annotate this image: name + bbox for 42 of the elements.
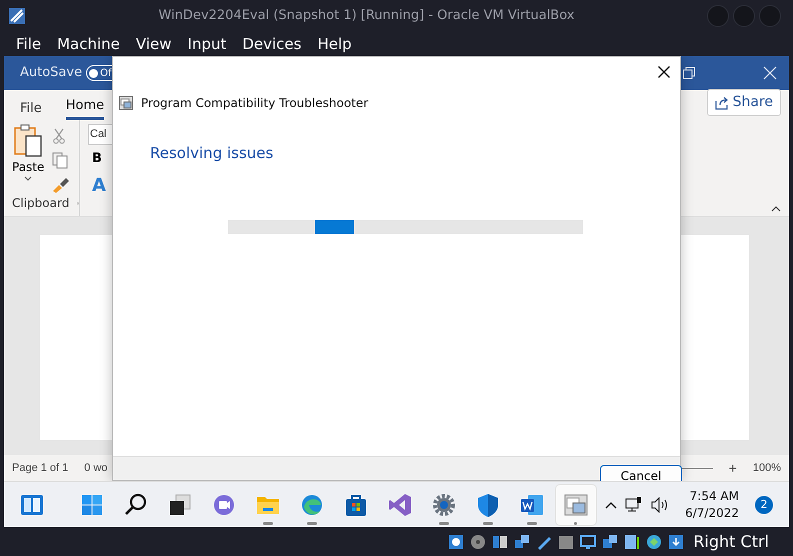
dialog-title: Program Compatibility Troubleshooter [141,95,368,112]
paintbrush-icon[interactable] [52,177,70,193]
menu-item[interactable]: Devices [242,32,302,56]
menu-item[interactable]: View [136,32,172,56]
page-count: Page 1 of 1 [12,460,68,476]
menu-item[interactable]: Machine [57,32,120,56]
display-icon [579,532,598,550]
volume-icon[interactable] [651,496,670,512]
menu-item[interactable]: Help [317,32,352,56]
dialog-heading: Resolving issues [150,143,274,164]
zoom-level: 100% [752,460,781,476]
scissors-icon[interactable] [52,128,66,144]
share-button[interactable]: Share [706,89,781,116]
zoom-in-button[interactable]: + [728,458,737,478]
window-title: WinDev2204Eval (Snapshot 1) [Running] - Oracle VM VirtualBox [158,7,576,26]
menu-item[interactable]: File [16,32,42,56]
notification-badge[interactable]: 2 [755,496,773,514]
word-count: 0 wo [84,460,108,476]
collapse-ribbon-icon[interactable] [771,206,781,212]
close-icon [763,66,777,80]
host-key-label: Right Ctrl [693,530,769,552]
close-icon [658,66,670,78]
chevron-down-icon[interactable] [24,176,32,181]
share-icon [714,96,729,110]
menu-item[interactable]: Input [188,32,226,56]
chevron-up-icon[interactable] [605,500,618,508]
text-effects-button[interactable]: A [88,172,120,199]
copy-icon[interactable] [52,152,68,169]
ribbon-tab[interactable]: File [20,96,42,120]
virtualbox-logo-icon [8,7,26,25]
clock[interactable]: 7:54 AM 6/7/2022 [685,488,739,522]
autosave-label: AutoSave [20,64,82,82]
clipboard-icon [13,124,44,158]
group-label: Clipboard [12,195,70,212]
optical-disc-icon [469,532,488,550]
clock-time: 7:54 AM [688,488,739,504]
restore-icon [683,67,695,79]
bold-button[interactable]: B [88,148,120,168]
paste-button[interactable]: Paste [12,158,44,176]
troubleshooter-icon [119,96,133,110]
clock-date: 6/7/2022 [685,504,739,522]
close-button[interactable] [658,66,670,78]
